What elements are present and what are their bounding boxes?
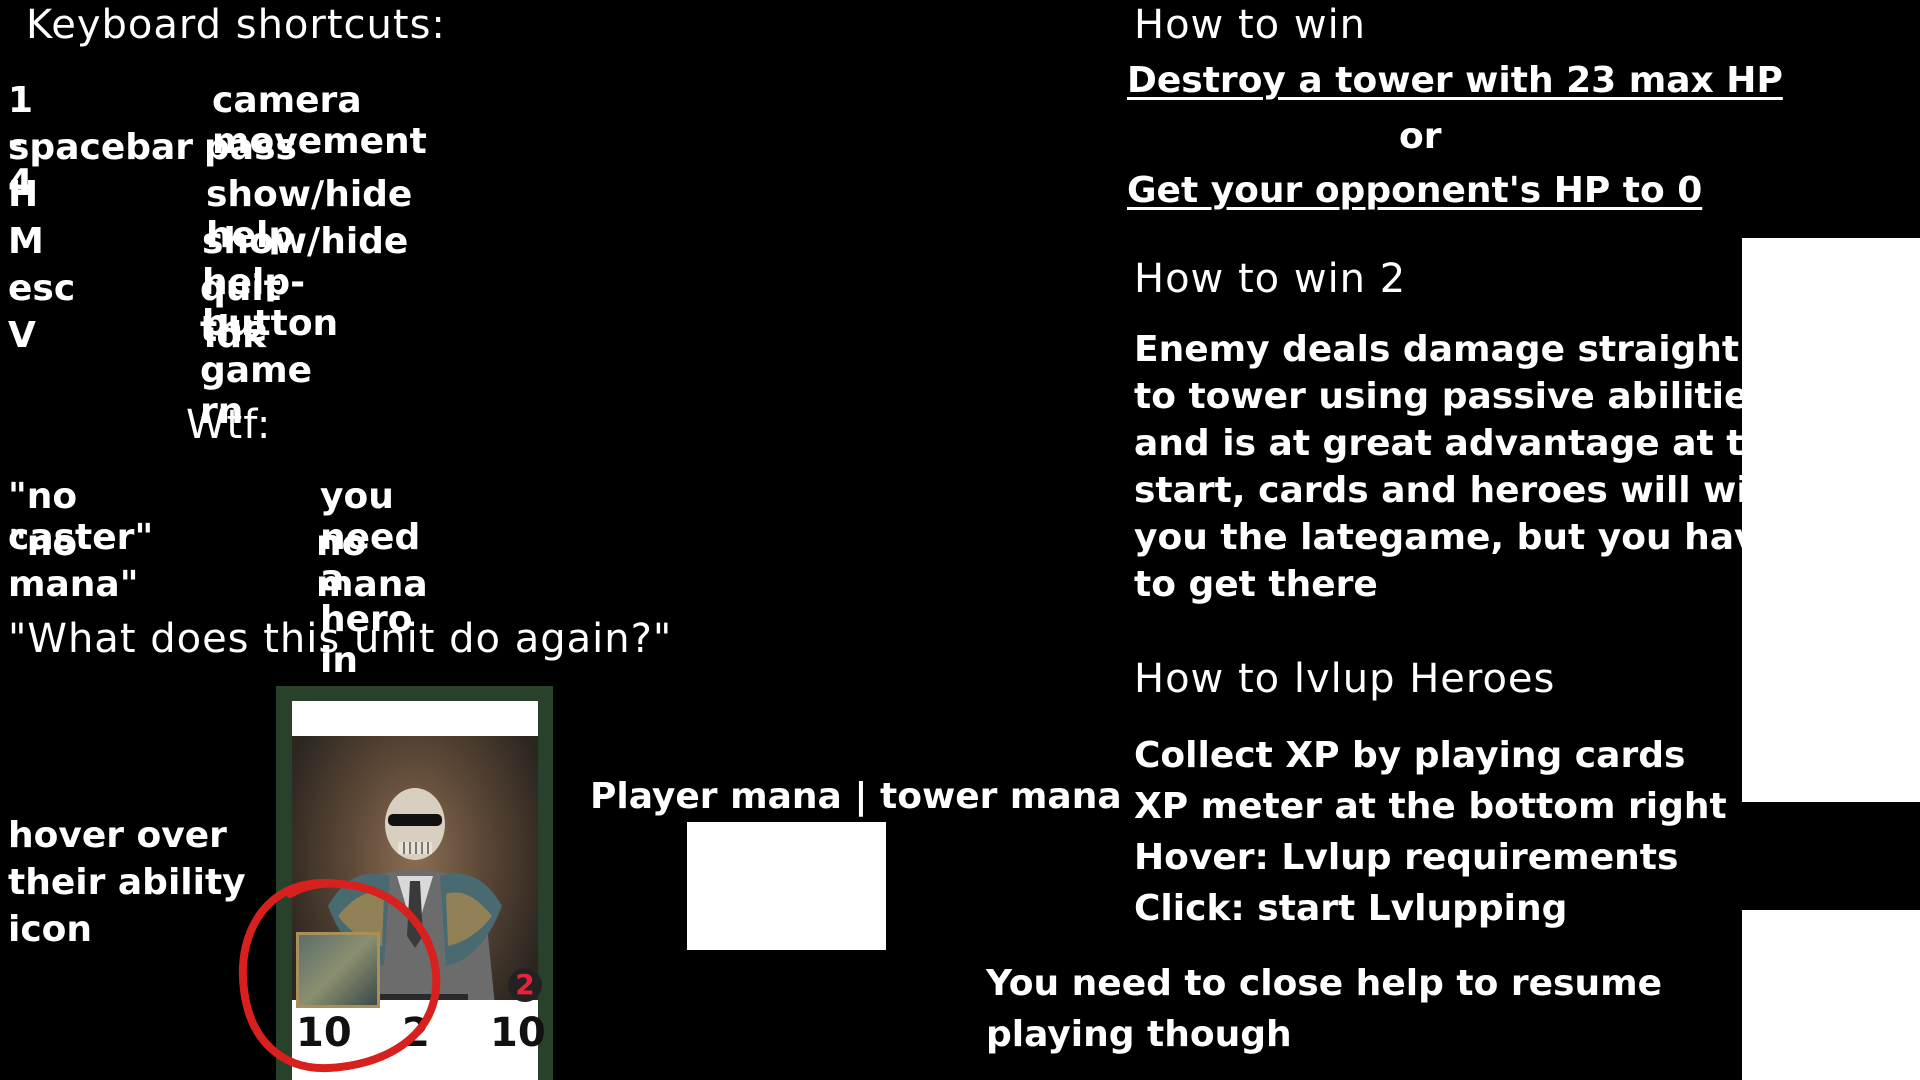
hover-line: hover over	[8, 815, 227, 856]
shortcut-key: H	[8, 174, 39, 215]
card-header	[292, 701, 538, 736]
card-stat-right: 10	[490, 1010, 546, 1056]
side-panel-top	[1742, 238, 1920, 802]
text-line: and is at great advantage at the	[1134, 423, 1794, 464]
lvlup-text: Collect XP by playing cards XP meter at …	[1134, 730, 1727, 934]
level-badge: 2	[508, 968, 542, 1002]
win-option-1: Destroy a tower with 23 max HP	[1127, 60, 1783, 101]
resume-note: You need to close help to resume playing…	[986, 958, 1662, 1060]
wtf-title: Wtf:	[186, 402, 272, 448]
text-line: Hover: Lvlup requirements	[1134, 837, 1679, 878]
hover-instruction: hover over their ability icon	[8, 812, 246, 953]
error-key: "no mana"	[8, 523, 139, 605]
text-line: to get there	[1134, 564, 1378, 605]
text-line: start, cards and heroes will win	[1134, 470, 1775, 511]
text-line: you the lategame, but you have	[1134, 517, 1782, 558]
text-line: to tower using passive abilities	[1134, 376, 1770, 417]
shortcut-key: esc	[8, 268, 76, 309]
text-line: Enemy deals damage straight	[1134, 329, 1740, 370]
highlight-circle	[238, 878, 441, 1073]
lvlup-title: How to lvlup Heroes	[1134, 656, 1556, 702]
error-desc: no mana	[316, 523, 428, 605]
how-to-win-2-text: Enemy deals damage straight to tower usi…	[1134, 326, 1794, 608]
shortcut-desc: idk	[204, 315, 267, 356]
how-to-win-title: How to win	[1134, 2, 1367, 48]
how-to-win-2-title: How to win 2	[1134, 256, 1407, 302]
text-line: You need to close help to resume	[986, 963, 1663, 1004]
text-line: XP meter at the bottom right	[1134, 786, 1727, 827]
text-line: playing though	[986, 1014, 1292, 1055]
shortcut-key: M	[8, 221, 44, 262]
side-panel-bottom	[1742, 910, 1920, 1080]
hover-line: their ability	[8, 862, 246, 903]
shortcut-key: V	[8, 315, 36, 356]
mana-label: Player mana | tower mana	[590, 776, 1122, 817]
hover-line: icon	[8, 909, 93, 950]
unit-help-title: "What does this unit do again?"	[8, 616, 673, 662]
text-line: Click: start Lvlupping	[1134, 888, 1568, 929]
shortcut-key: spacebar	[8, 127, 194, 168]
text-line: Collect XP by playing cards	[1134, 735, 1686, 776]
mana-display	[687, 822, 886, 950]
win-or: or	[1399, 116, 1442, 157]
keyboard-shortcuts-title: Keyboard shortcuts:	[26, 2, 446, 48]
win-option-2: Get your opponent's HP to 0	[1127, 170, 1703, 211]
shortcut-desc: pass	[204, 127, 297, 168]
